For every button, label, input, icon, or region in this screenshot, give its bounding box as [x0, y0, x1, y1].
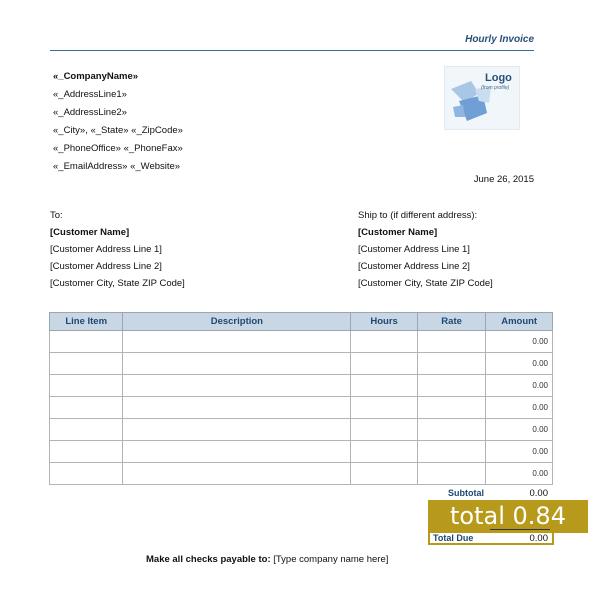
amount-cell: 0.00: [485, 396, 553, 419]
ship-to-address2: [Customer Address Line 2]: [358, 261, 470, 272]
table-row: 0.00: [48, 418, 553, 441]
company-phone-fax: «_PhoneOffice» «_PhoneFax»: [53, 143, 183, 154]
bill-to-name: [Customer Name]: [50, 227, 130, 238]
logo-title: Logo: [485, 72, 512, 84]
hours-cell[interactable]: [350, 374, 418, 397]
invoice-date: June 26, 2015: [473, 174, 534, 185]
ship-to-block: Ship to (if different address): [Custome…: [358, 207, 493, 292]
table-row: 0.00: [48, 374, 553, 397]
description-cell[interactable]: [122, 374, 352, 397]
line-item-cell[interactable]: [48, 374, 124, 397]
payable-to-value[interactable]: [Type company name here]: [273, 554, 388, 565]
table-row: 0.00: [48, 440, 553, 463]
ship-to-label: Ship to (if different address):: [358, 210, 478, 221]
payable-to-label: Make all checks payable to:: [146, 554, 271, 565]
table-row: 0.00: [48, 330, 553, 353]
description-cell[interactable]: [122, 418, 352, 441]
total-due-rule: [490, 529, 550, 530]
company-address-line1: «_AddressLine1»: [53, 89, 127, 100]
amount-cell: 0.00: [485, 462, 553, 485]
hours-cell[interactable]: [350, 440, 418, 463]
company-name: «_CompanyName»: [53, 71, 139, 82]
hours-cell[interactable]: [350, 330, 418, 353]
line-item-cell[interactable]: [48, 330, 124, 353]
logo-subtitle: (from profile): [481, 85, 510, 91]
rate-cell[interactable]: [416, 374, 487, 397]
rate-cell[interactable]: [416, 352, 487, 375]
description-cell[interactable]: [122, 462, 352, 485]
line-item-cell[interactable]: [48, 352, 124, 375]
subtotal-label: Subtotal: [448, 488, 484, 498]
table-row: 0.00: [48, 462, 553, 485]
description-cell[interactable]: [122, 396, 352, 419]
column-header-hours: Hours: [350, 312, 418, 331]
description-cell[interactable]: [122, 330, 352, 353]
column-header-description: Description: [122, 312, 352, 331]
line-item-cell[interactable]: [48, 396, 124, 419]
bill-to-address1: [Customer Address Line 1]: [50, 244, 162, 255]
bill-to-address2: [Customer Address Line 2]: [50, 261, 162, 272]
invoice-title: Hourly Invoice: [465, 34, 534, 45]
subtotal-value: 0.00: [529, 488, 549, 499]
ship-to-address1: [Customer Address Line 1]: [358, 244, 470, 255]
title-divider: [50, 50, 534, 51]
company-block: «_CompanyName» «_AddressLine1» «_Address…: [53, 68, 183, 176]
amount-cell: 0.00: [485, 440, 553, 463]
line-item-cell[interactable]: [48, 418, 124, 441]
ship-to-name: [Customer Name]: [358, 227, 438, 238]
hours-cell[interactable]: [350, 462, 418, 485]
bill-to-city: [Customer City, State ZIP Code]: [50, 278, 185, 289]
total-due-value: 0.00: [529, 533, 549, 544]
table-row: 0.00: [48, 352, 553, 375]
column-header-rate: Rate: [416, 312, 487, 331]
total-due-label: Total Due: [433, 533, 474, 543]
amount-cell: 0.00: [485, 374, 553, 397]
company-city-state-zip: «_City», «_State» «_ZipCode»: [53, 125, 183, 136]
bill-to-label: To:: [50, 210, 63, 221]
logo-placeholder: Logo (from profile): [444, 66, 520, 130]
line-item-cell[interactable]: [48, 440, 124, 463]
hours-cell[interactable]: [350, 352, 418, 375]
table-row: 0.00: [48, 396, 553, 419]
column-header-amount: Amount: [485, 312, 553, 331]
company-email-website: «_EmailAddress» «_Website»: [53, 161, 181, 172]
ship-to-city: [Customer City, State ZIP Code]: [358, 278, 493, 289]
amount-cell: 0.00: [485, 418, 553, 441]
rate-cell[interactable]: [416, 440, 487, 463]
rate-cell[interactable]: [416, 396, 487, 419]
amount-cell: 0.00: [485, 330, 553, 353]
company-address-line2: «_AddressLine2»: [53, 107, 127, 118]
payable-to-line: Make all checks payable to: [Type compan…: [146, 554, 388, 565]
line-items-table: Line Item Description Hours Rate Amount …: [48, 312, 553, 485]
table-header-row: Line Item Description Hours Rate Amount: [48, 312, 553, 331]
column-header-line-item: Line Item: [48, 312, 124, 331]
hours-cell[interactable]: [350, 418, 418, 441]
rate-cell[interactable]: [416, 330, 487, 353]
hours-cell[interactable]: [350, 396, 418, 419]
description-cell[interactable]: [122, 440, 352, 463]
bill-to-block: To: [Customer Name] [Customer Address Li…: [50, 207, 185, 292]
amount-cell: 0.00: [485, 352, 553, 375]
rate-cell[interactable]: [416, 462, 487, 485]
rate-cell[interactable]: [416, 418, 487, 441]
invoice-page: Hourly Invoice «_CompanyName» «_AddressL…: [0, 0, 600, 600]
line-item-cell[interactable]: [48, 462, 124, 485]
description-cell[interactable]: [122, 352, 352, 375]
